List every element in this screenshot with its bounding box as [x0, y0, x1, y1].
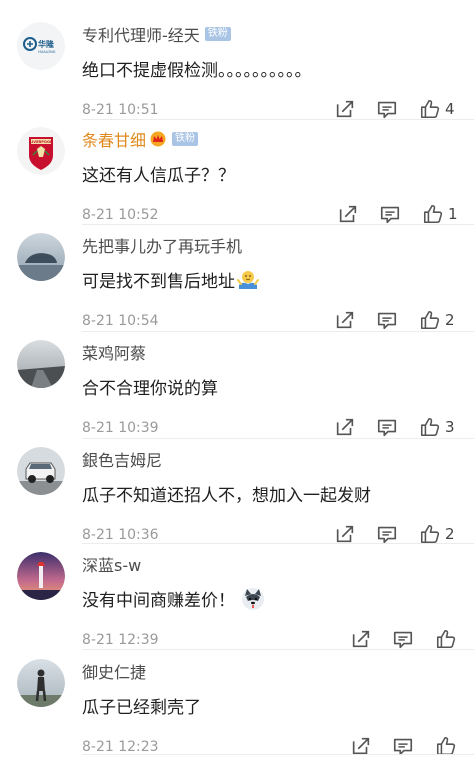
divider [82, 331, 474, 332]
divider [82, 543, 474, 544]
divider [82, 119, 474, 120]
avatar[interactable] [17, 447, 65, 495]
username[interactable]: 御史仁捷 [82, 659, 146, 683]
like-icon [420, 524, 440, 544]
avatar[interactable] [17, 659, 65, 707]
comment-text: 瓜子不知道还招人不，想加入一起发财 [82, 486, 371, 506]
fan-badge: 铁粉 [172, 132, 199, 146]
username[interactable]: 先把事儿办了再玩手机 [82, 233, 242, 257]
name-row: 先把事儿办了再玩手机 [82, 233, 242, 257]
like-icon [420, 99, 440, 119]
comment-text: 可是找不到售后地址 [82, 267, 259, 292]
comment-icon [377, 101, 397, 119]
comment-text: 没有中间商赚差价！ [82, 586, 265, 611]
avatar[interactable] [17, 233, 65, 281]
share-button[interactable] [350, 733, 372, 759]
comment-actions [0, 733, 474, 761]
like-icon [423, 204, 443, 224]
like-button[interactable]: 3 [419, 414, 455, 440]
avatar[interactable] [17, 340, 65, 388]
username[interactable]: 条春甘细 [82, 127, 146, 151]
share-icon [336, 525, 354, 543]
comment-icon [377, 419, 397, 437]
shrug-emoji-icon [237, 270, 259, 289]
like-count: 2 [445, 311, 455, 329]
like-count: 2 [445, 525, 455, 543]
avatar[interactable]: 华隆 HUALONG [17, 22, 65, 70]
divider [82, 649, 474, 650]
name-row: 菜鸡阿蔡 [82, 340, 146, 364]
like-icon [436, 629, 456, 649]
comment-text-content: 可是找不到售后地址 [82, 272, 235, 292]
share-button[interactable] [334, 307, 356, 333]
share-icon [336, 311, 354, 329]
name-row: 深蓝s-w [82, 552, 141, 576]
like-button[interactable]: 2 [419, 307, 455, 333]
like-icon [420, 310, 440, 330]
comment-icon [377, 312, 397, 330]
like-count: 1 [448, 205, 458, 223]
comment-text-content: 没有中间商赚差价！ [82, 591, 235, 611]
name-row: 条春甘细 铁粉 [82, 127, 199, 151]
like-count: 4 [445, 100, 455, 118]
comment-actions: 2 [0, 521, 474, 549]
comment-button[interactable] [392, 733, 414, 759]
comment-icon [377, 526, 397, 544]
comment-button[interactable] [376, 307, 398, 333]
fan-badge: 铁粉 [204, 27, 231, 41]
like-count: 3 [445, 418, 455, 436]
crown-icon [150, 131, 166, 147]
name-row: 銀色吉姆尼 [82, 447, 162, 471]
name-row: 专利代理师-经天 铁粉 [82, 22, 231, 46]
like-icon [420, 417, 440, 437]
avatar-crest-text: LIVERPOOL [30, 140, 53, 144]
share-button[interactable] [334, 414, 356, 440]
comment-icon [380, 206, 400, 224]
divider [82, 754, 474, 755]
username[interactable]: 专利代理师-经天 [82, 22, 200, 46]
comment-feed: 华隆 HUALONG 专利代理师-经天 铁粉 绝口不提虚假检测。。。。。。。。。… [0, 0, 474, 759]
comment-icon [393, 631, 413, 649]
share-icon [339, 205, 357, 223]
avatar-logo-subtext: HUALONG [38, 50, 56, 54]
share-icon [352, 630, 370, 648]
divider [82, 224, 474, 225]
username[interactable]: 菜鸡阿蔡 [82, 340, 146, 364]
username[interactable]: 銀色吉姆尼 [82, 447, 162, 471]
divider [82, 438, 474, 439]
avatar[interactable] [17, 552, 65, 600]
like-button[interactable] [435, 733, 461, 759]
avatar[interactable]: LIVERPOOL [17, 127, 65, 175]
comment-text: 这还有人信瓜子？？ [82, 166, 235, 186]
username[interactable]: 深蓝s-w [82, 552, 141, 576]
comment-text: 瓜子已经剩壳了 [82, 698, 201, 718]
husky-emoji-icon [242, 587, 264, 610]
share-icon [336, 418, 354, 436]
name-row: 御史仁捷 [82, 659, 146, 683]
share-icon [336, 100, 354, 118]
avatar-logo-text: 华隆 [38, 39, 55, 49]
comment-text: 合不合理你说的算 [82, 379, 218, 399]
comment-button[interactable] [376, 414, 398, 440]
comment-text: 绝口不提虚假检测。。。。。。。。。。 [82, 61, 312, 81]
